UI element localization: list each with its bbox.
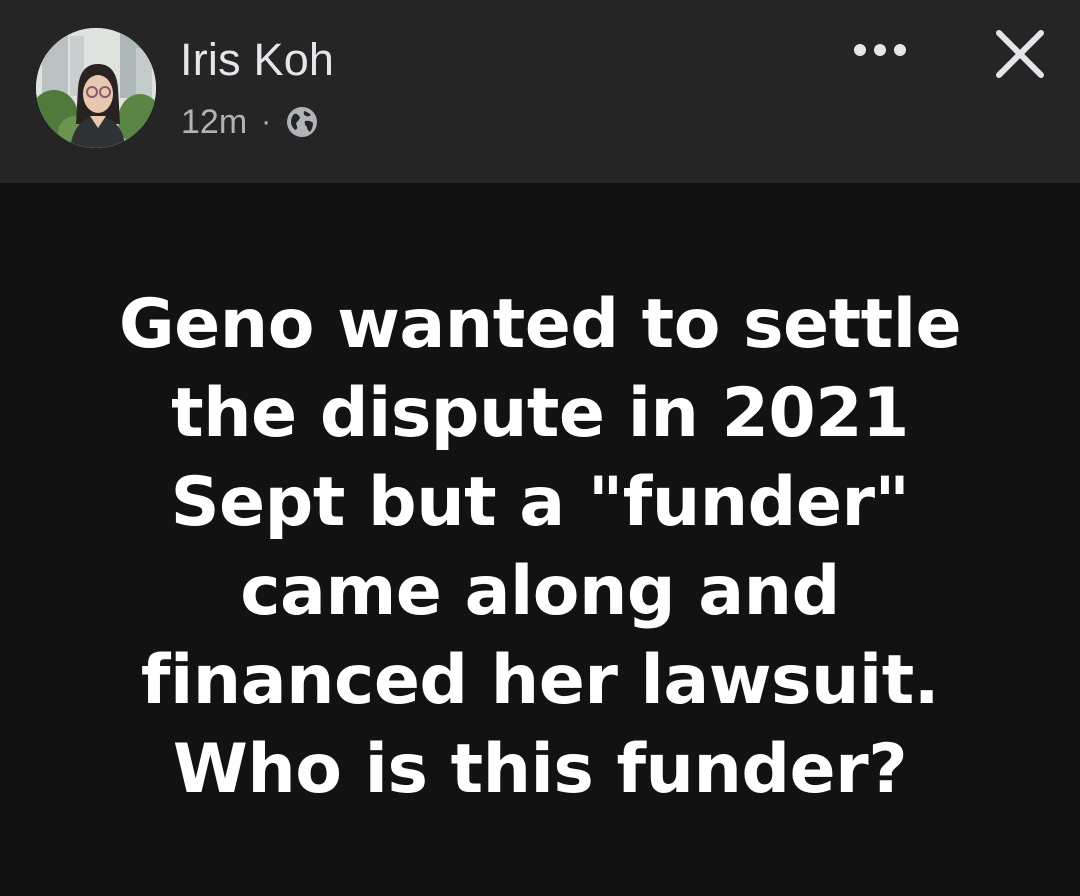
author-avatar[interactable]: [36, 28, 156, 148]
post-text: Geno wanted to settle the dispute in 202…: [118, 285, 962, 809]
more-options-icon[interactable]: [840, 28, 920, 72]
globe-icon[interactable]: [285, 105, 319, 139]
post-timestamp[interactable]: 12m: [181, 103, 247, 142]
post-header: Iris Koh 12m ·: [0, 0, 1080, 183]
close-icon[interactable]: [988, 22, 1052, 86]
post-viewer: Iris Koh 12m · Geno wanted to settle the…: [0, 0, 1080, 896]
avatar-photo: [36, 28, 156, 148]
author-name[interactable]: Iris Koh: [180, 34, 334, 86]
meta-separator: ·: [261, 105, 272, 138]
post-meta: 12m ·: [181, 100, 319, 144]
